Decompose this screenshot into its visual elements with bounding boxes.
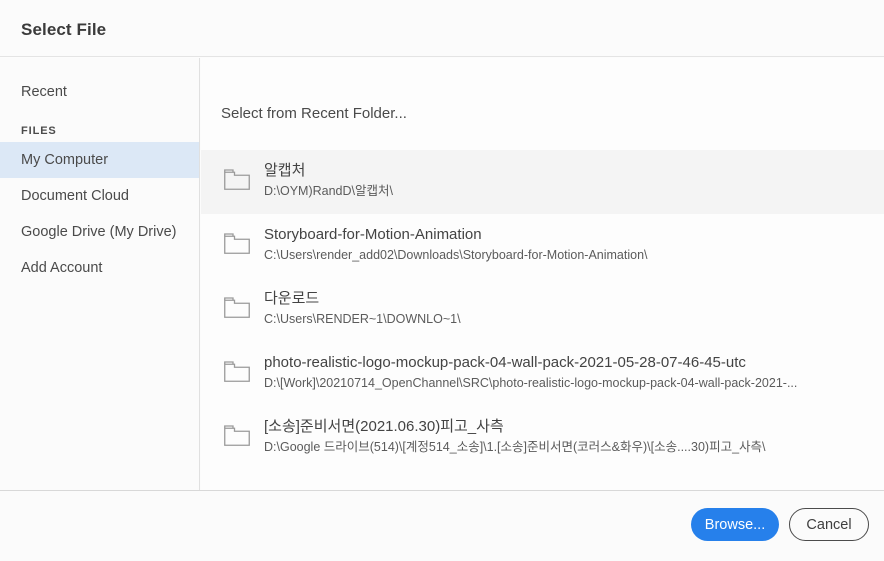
list-item[interactable]: 알캡처 D:\OYM)RandD\알캡처\ bbox=[201, 150, 884, 214]
sidebar-group-files: FILES bbox=[21, 125, 57, 137]
list-item-path: D:\OYM)RandD\알캡처\ bbox=[264, 184, 393, 198]
browse-button[interactable]: Browse... bbox=[691, 508, 779, 541]
sidebar-item-label: Document Cloud bbox=[21, 188, 129, 204]
dialog-footer: Browse... Cancel bbox=[0, 490, 884, 561]
sidebar-item-add-account[interactable]: Add Account bbox=[0, 250, 199, 286]
sidebar-top-spacer bbox=[0, 58, 199, 74]
sidebar-item-document-cloud[interactable]: Document Cloud bbox=[0, 178, 199, 214]
list-item-name: photo-realistic-logo-mockup-pack-04-wall… bbox=[264, 354, 746, 371]
list-item-path: D:\[Work]\20210714_OpenChannel\SRC\photo… bbox=[264, 376, 798, 390]
sidebar-item-recent[interactable]: Recent bbox=[0, 74, 199, 110]
list-item-name: [소송]준비서면(2021.06.30)피고_사측 bbox=[264, 418, 504, 435]
list-item[interactable]: photo-realistic-logo-mockup-pack-04-wall… bbox=[201, 342, 884, 406]
list-item-path: C:\Users\RENDER~1\DOWNLO~1\ bbox=[264, 312, 461, 326]
sidebar-item-label: My Computer bbox=[21, 152, 109, 168]
select-file-dialog: Select File Recent FILES My Computer Doc… bbox=[0, 0, 884, 561]
sidebar-item-label: Recent bbox=[21, 84, 67, 100]
folder-icon bbox=[224, 233, 250, 254]
list-item-name: 알캡처 bbox=[264, 162, 306, 179]
list-item[interactable]: 다운로드 C:\Users\RENDER~1\DOWNLO~1\ bbox=[201, 278, 884, 342]
content-panel: Select from Recent Folder... 알캡처 D:\OYM)… bbox=[201, 58, 884, 490]
sidebar: Recent FILES My Computer Document Cloud … bbox=[0, 58, 200, 490]
cancel-button[interactable]: Cancel bbox=[789, 508, 869, 541]
dialog-title: Select File bbox=[21, 20, 107, 39]
list-item-name: Storyboard-for-Motion-Animation bbox=[264, 226, 482, 243]
folder-icon bbox=[224, 361, 250, 382]
list-item-texts: photo-realistic-logo-mockup-pack-04-wall… bbox=[264, 352, 870, 392]
list-item-texts: [소송]준비서면(2021.06.30)피고_사측 D:\Google 드라이브… bbox=[264, 416, 870, 456]
sidebar-group-spacer bbox=[0, 110, 199, 120]
list-item-texts: 다운로드 C:\Users\RENDER~1\DOWNLO~1\ bbox=[264, 288, 870, 328]
list-item-path: D:\Google 드라이브(514)\[계정514_소송]\1.[소송]준비서… bbox=[264, 440, 766, 454]
sidebar-item-label: Add Account bbox=[21, 260, 103, 276]
content-heading: Select from Recent Folder... bbox=[221, 105, 407, 122]
sidebar-item-label: Google Drive (My Drive) bbox=[21, 224, 177, 240]
list-item-path: C:\Users\render_add02\Downloads\Storyboa… bbox=[264, 248, 648, 262]
folder-icon bbox=[224, 425, 250, 446]
folder-icon bbox=[224, 169, 250, 190]
sidebar-item-google-drive[interactable]: Google Drive (My Drive) bbox=[0, 214, 199, 250]
dialog-titlebar: Select File bbox=[0, 0, 884, 57]
recent-folder-list: 알캡처 D:\OYM)RandD\알캡처\ Storyboard-for-Mot… bbox=[201, 150, 884, 470]
folder-icon bbox=[224, 297, 250, 318]
list-item-texts: 알캡처 D:\OYM)RandD\알캡처\ bbox=[264, 160, 870, 200]
sidebar-item-my-computer[interactable]: My Computer bbox=[0, 142, 199, 178]
list-item-texts: Storyboard-for-Motion-Animation C:\Users… bbox=[264, 224, 870, 264]
list-item[interactable]: [소송]준비서면(2021.06.30)피고_사측 D:\Google 드라이브… bbox=[201, 406, 884, 470]
list-item-name: 다운로드 bbox=[264, 290, 320, 307]
list-item[interactable]: Storyboard-for-Motion-Animation C:\Users… bbox=[201, 214, 884, 278]
